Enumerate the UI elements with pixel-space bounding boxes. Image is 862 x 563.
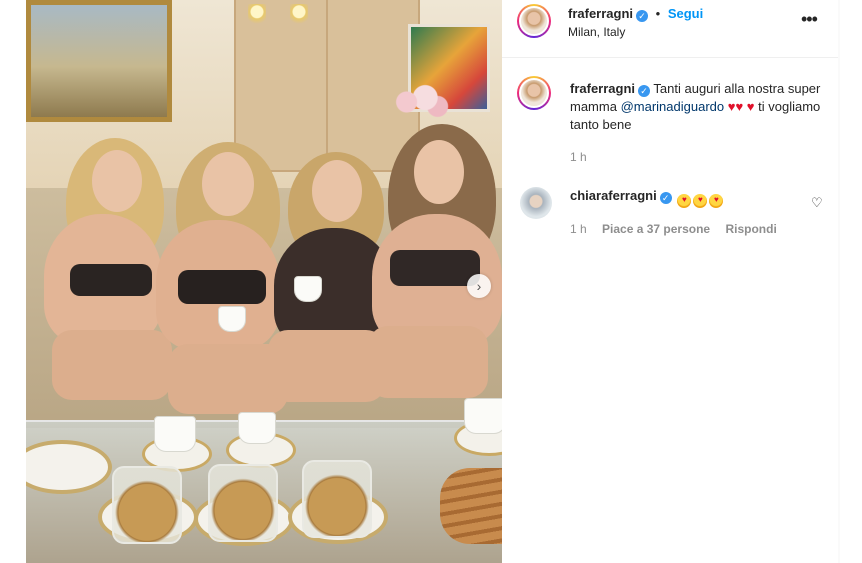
photo-cup: [154, 416, 196, 452]
comment-meta: 1 h Piace a 37 persone Rispondi: [570, 222, 789, 236]
photo-person-top: [70, 264, 152, 296]
photo-person-top: [178, 270, 266, 304]
post-location[interactable]: Milan, Italy: [568, 25, 625, 39]
comment: chiaraferragni ✓ ♥ ♥ ♥: [570, 188, 724, 208]
photo-person-face: [414, 140, 464, 204]
author-avatar[interactable]: [517, 4, 551, 38]
photo-cookies: [440, 468, 502, 544]
photo-person-top: [390, 250, 480, 286]
separator-dot: •: [655, 6, 661, 21]
follow-button[interactable]: Segui: [668, 6, 703, 21]
caption-avatar[interactable]: [517, 76, 551, 110]
photo-person-face: [312, 160, 362, 222]
heart-eyes-emoji-icon: ♥: [677, 194, 692, 208]
photo-sconce: [290, 4, 308, 30]
caption-time: 1 h: [570, 150, 587, 164]
post-caption: fraferragni ✓ Tanti auguri alla nostra su…: [570, 80, 825, 134]
photo-cup: [464, 398, 502, 434]
photo-nut-jar: [208, 464, 278, 542]
photo-cup: [294, 276, 322, 302]
photo-person-legs: [368, 326, 488, 398]
post-header: fraferragni ✓ • Segui: [568, 6, 703, 22]
caption-mention[interactable]: @marinadiguardo: [621, 99, 725, 114]
photo-person-face: [202, 152, 254, 216]
reply-button[interactable]: Rispondi: [725, 222, 776, 236]
photo-person-legs: [52, 330, 172, 400]
comment-username[interactable]: chiaraferragni: [570, 188, 657, 203]
commenter-avatar[interactable]: [520, 187, 552, 219]
heart-eyes-emoji-icon: ♥: [709, 194, 724, 208]
heart-emoji-icon: ♥: [735, 99, 744, 114]
comment-likes[interactable]: Piace a 37 persone: [602, 222, 710, 236]
heart-emoji-icon: ♥: [746, 99, 755, 114]
photo-person-face: [92, 150, 142, 212]
verified-badge-icon: ✓: [638, 85, 651, 97]
heart-eyes-emoji-icon: ♥: [693, 194, 708, 208]
verified-badge-icon: ✓: [659, 192, 672, 204]
more-options-icon[interactable]: •••: [801, 9, 818, 30]
caption-username[interactable]: fraferragni: [570, 81, 635, 96]
scrollbar[interactable]: [838, 0, 840, 563]
photo-flowers: [388, 80, 450, 124]
photo-lion-painting: [26, 0, 172, 122]
comment-time: 1 h: [570, 222, 587, 236]
like-outline-icon[interactable]: ♡: [811, 195, 823, 211]
photo-cup: [238, 412, 276, 444]
photo-nut-jar: [112, 466, 182, 544]
photo-cup: [218, 306, 246, 332]
photo-nut-jar: [302, 460, 372, 538]
post-image[interactable]: [26, 0, 502, 563]
next-arrow-icon[interactable]: ›: [467, 274, 491, 298]
header-divider: [502, 57, 838, 58]
photo-sconce: [248, 4, 266, 30]
author-username[interactable]: fraferragni: [568, 6, 633, 21]
verified-badge-icon: ✓: [636, 10, 649, 22]
